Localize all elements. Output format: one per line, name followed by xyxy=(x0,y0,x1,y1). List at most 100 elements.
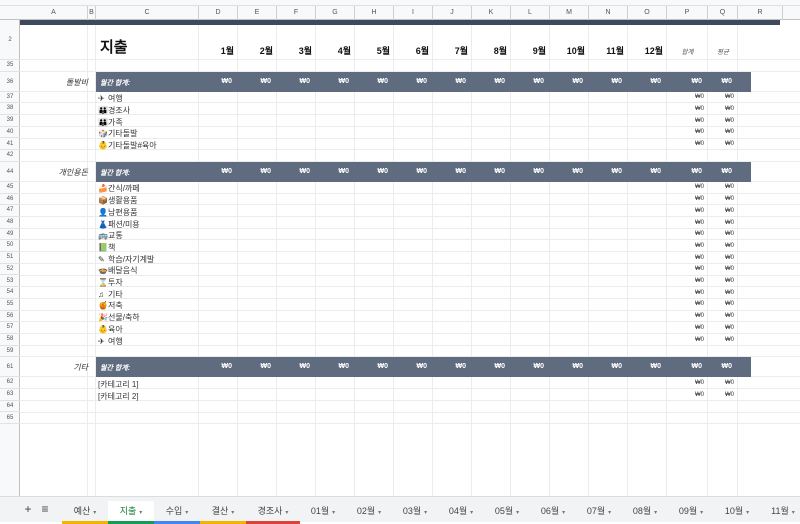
row-header-47[interactable]: 47 xyxy=(0,205,20,217)
column-header-r[interactable]: R xyxy=(738,6,783,20)
row-header-44[interactable]: 44 xyxy=(0,162,20,182)
row-header-61[interactable]: 61 xyxy=(0,357,20,378)
column-header-j[interactable]: J xyxy=(433,6,472,20)
row-header-52[interactable]: 52 xyxy=(0,264,20,276)
category-item[interactable]: 🍯저축 xyxy=(98,300,123,311)
category-item[interactable]: 📗책 xyxy=(98,242,115,253)
column-header-k[interactable]: K xyxy=(472,6,511,20)
row-header-37[interactable]: 37 xyxy=(0,92,20,104)
row-header-51[interactable]: 51 xyxy=(0,252,20,264)
sheet-tab[interactable]: 예산 ▾ xyxy=(62,501,108,524)
category-item[interactable]: ♫ 기타 xyxy=(98,289,123,300)
monthly-total-row[interactable]: 월간 합계: ₩0 ₩0 ₩0 ₩0 ₩0 ₩0 ₩0 ₩0 ₩0 ₩0 ₩0 ₩0 ₩0 ₩0 xyxy=(96,357,751,378)
row-header-39[interactable]: 39 xyxy=(0,115,20,127)
sheet-tab[interactable]: 01월 ▾ xyxy=(300,501,346,521)
column-header-g[interactable]: G xyxy=(316,6,355,20)
category-item[interactable]: 👤남편용품 xyxy=(98,207,137,218)
chevron-down-icon[interactable]: ▾ xyxy=(792,510,795,516)
column-header-b[interactable]: B xyxy=(88,6,96,20)
row-header-48[interactable]: 48 xyxy=(0,217,20,229)
chevron-down-icon[interactable]: ▾ xyxy=(700,510,703,516)
row-header-59[interactable]: 59 xyxy=(0,346,20,358)
column-header-a[interactable]: A xyxy=(20,6,88,20)
add-sheet-button[interactable]: + xyxy=(20,502,36,516)
sheet-tab[interactable]: 수입 ▾ xyxy=(154,501,200,524)
column-header-q[interactable]: Q xyxy=(708,6,738,20)
row-header-49[interactable]: 49 xyxy=(0,229,20,241)
row-header-58[interactable]: 58 xyxy=(0,334,20,346)
sheet-tab[interactable]: 08월 ▾ xyxy=(622,501,668,521)
column-header-c[interactable]: C xyxy=(96,6,199,20)
category-item[interactable]: 🍰간식/까페 xyxy=(98,183,140,194)
sheet-tab[interactable]: 11월 ▾ xyxy=(760,501,800,521)
chevron-down-icon[interactable]: ▾ xyxy=(231,510,234,516)
category-item[interactable]: [카테고리 1] xyxy=(98,379,139,390)
sheet-tab[interactable]: 04월 ▾ xyxy=(438,501,484,521)
all-sheets-menu-button[interactable]: ≡ xyxy=(37,502,53,516)
column-header-e[interactable]: E xyxy=(238,6,277,20)
category-item[interactable]: [카테고리 2] xyxy=(98,391,139,402)
row-header-40[interactable]: 40 xyxy=(0,127,20,139)
chevron-down-icon[interactable]: ▾ xyxy=(285,510,288,516)
row-header-46[interactable]: 46 xyxy=(0,194,20,206)
chevron-down-icon[interactable]: ▾ xyxy=(93,510,96,516)
row-header-38[interactable]: 38 xyxy=(0,103,20,116)
category-item[interactable]: 👪가족 xyxy=(98,117,123,128)
category-item[interactable]: 🚌교통 xyxy=(98,230,123,241)
sheet-tab[interactable]: 03월 ▾ xyxy=(392,501,438,521)
row-header-55[interactable]: 55 xyxy=(0,299,20,311)
category-item[interactable]: 👪경조사 xyxy=(98,105,130,116)
category-item[interactable]: ⌛투자 xyxy=(98,277,123,288)
sheet-tab[interactable]: 05월 ▾ xyxy=(484,501,530,521)
row-header-2[interactable]: 2 xyxy=(0,20,20,60)
chevron-down-icon[interactable]: ▾ xyxy=(516,510,519,516)
row-header-56[interactable]: 56 xyxy=(0,311,20,323)
sheet-tab[interactable]: 07월 ▾ xyxy=(576,501,622,521)
sheet-tab[interactable]: 09월 ▾ xyxy=(668,501,714,521)
column-header-h[interactable]: H xyxy=(355,6,394,20)
sheet-tab[interactable]: 10월 ▾ xyxy=(714,501,760,521)
chevron-down-icon[interactable]: ▾ xyxy=(424,510,427,516)
row-header-36[interactable]: 36 xyxy=(0,72,20,92)
category-item[interactable]: ✈ 여행 xyxy=(98,93,123,104)
row-header-57[interactable]: 57 xyxy=(0,322,20,334)
category-item[interactable]: 🎉선물/축하 xyxy=(98,312,140,323)
chevron-down-icon[interactable]: ▾ xyxy=(746,510,749,516)
row-header-42[interactable]: 42 xyxy=(0,150,20,162)
column-header-d[interactable]: D xyxy=(199,6,238,20)
chevron-down-icon[interactable]: ▾ xyxy=(332,510,335,516)
sheet-tab[interactable]: 02월 ▾ xyxy=(346,501,392,521)
sheet-tab[interactable]: 경조사 ▾ xyxy=(246,501,300,524)
category-item[interactable]: 🍲배달음식 xyxy=(98,265,137,276)
monthly-total-row[interactable]: 월간 합계: ₩0 ₩0 ₩0 ₩0 ₩0 ₩0 ₩0 ₩0 ₩0 ₩0 ₩0 ₩0 ₩0 ₩0 xyxy=(96,71,751,92)
column-header-m[interactable]: M xyxy=(550,6,589,20)
column-header-l[interactable]: L xyxy=(511,6,550,20)
row-header-63[interactable]: 63 xyxy=(0,389,20,401)
category-item[interactable]: 👶육아 xyxy=(98,324,123,335)
monthly-total-row[interactable]: 월간 합계: ₩0 ₩0 ₩0 ₩0 ₩0 ₩0 ₩0 ₩0 ₩0 ₩0 ₩0 ₩0 ₩0 ₩0 xyxy=(96,161,751,182)
chevron-down-icon[interactable]: ▾ xyxy=(185,510,188,516)
sheet-tab[interactable]: 결산 ▾ xyxy=(200,501,246,524)
row-header-50[interactable]: 50 xyxy=(0,240,20,253)
row-header-53[interactable]: 53 xyxy=(0,276,20,288)
category-item[interactable]: 🎲기타돌발 xyxy=(98,128,137,139)
column-header-p[interactable]: P xyxy=(667,6,708,20)
chevron-down-icon[interactable]: ▾ xyxy=(562,510,565,516)
row-header-45[interactable]: 45 xyxy=(0,182,20,194)
row-header-54[interactable]: 54 xyxy=(0,287,20,299)
column-header-n[interactable]: N xyxy=(589,6,628,20)
chevron-down-icon[interactable]: ▾ xyxy=(608,510,611,516)
row-header-62[interactable]: 62 xyxy=(0,377,20,390)
row-header-65[interactable]: 65 xyxy=(0,413,20,425)
chevron-down-icon[interactable]: ▾ xyxy=(378,510,381,516)
sheet-tab[interactable]: 06월 ▾ xyxy=(530,501,576,521)
chevron-down-icon[interactable]: ▾ xyxy=(654,510,657,516)
category-item[interactable]: 👶기타돌발#육아 xyxy=(98,140,157,151)
row-header-64[interactable]: 64 xyxy=(0,401,20,413)
row-header-35[interactable]: 35 xyxy=(0,60,20,72)
spreadsheet-grid[interactable]: 지출 1월 2월 3월 4월 5월 6월 7월 8월 9월 10월 11월 12월 합계 평균 돌발비 월간 합… xyxy=(20,20,800,496)
column-header-i[interactable]: I xyxy=(394,6,433,20)
chevron-down-icon[interactable]: ▾ xyxy=(470,510,473,516)
category-item[interactable]: 👗패션/미용 xyxy=(98,219,140,230)
category-item[interactable]: 📦생활용품 xyxy=(98,195,137,206)
